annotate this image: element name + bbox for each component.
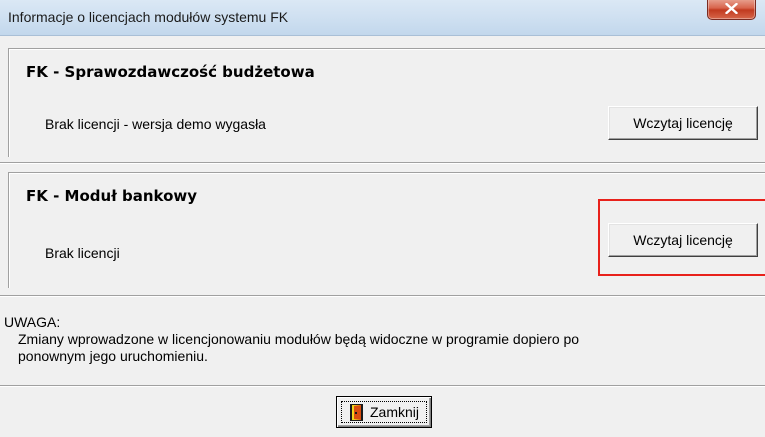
door-exit-icon <box>350 404 363 421</box>
module-status-budget-reporting: Brak licencji - wersja demo wygasła <box>45 116 266 132</box>
footer-divider <box>0 385 765 387</box>
close-icon <box>725 3 738 14</box>
close-dialog-label: Zamknij <box>370 404 420 420</box>
notice-title: UWAGA: <box>4 314 61 330</box>
window-title: Informacje o licencjach modułów systemu … <box>8 9 289 25</box>
module-title-banking: FK - Moduł bankowy <box>26 187 198 205</box>
close-dialog-button[interactable]: Zamknij <box>336 396 432 428</box>
load-license-button-banking[interactable]: Wczytaj licencję <box>608 223 758 257</box>
module-title-budget-reporting: FK - Sprawozdawczość budżetowa <box>26 63 315 81</box>
panel-divider <box>0 162 765 164</box>
window-close-button[interactable] <box>707 0 756 20</box>
panel-divider <box>0 295 765 297</box>
load-license-button-budget-reporting[interactable]: Wczytaj licencję <box>608 106 758 140</box>
notice-text: Zmiany wprowadzone w licencjonowaniu mod… <box>18 331 580 364</box>
module-status-banking: Brak licencji <box>45 245 120 261</box>
license-info-dialog: Informacje o licencjach modułów systemu … <box>0 0 765 437</box>
title-bar: Informacje o licencjach modułów systemu … <box>0 0 765 36</box>
